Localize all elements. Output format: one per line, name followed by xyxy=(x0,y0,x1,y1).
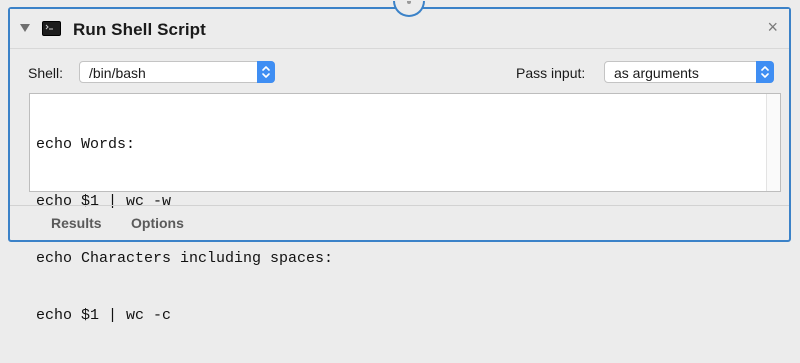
connector-dot-icon xyxy=(407,1,411,4)
action-title: Run Shell Script xyxy=(73,20,206,39)
shell-label: Shell: xyxy=(28,65,64,81)
vertical-scrollbar[interactable] xyxy=(766,94,780,191)
disclosure-triangle-icon[interactable] xyxy=(20,24,30,32)
script-editor[interactable]: echo Words: echo $1 | wc -w echo Charact… xyxy=(29,93,781,324)
footer-divider xyxy=(10,205,789,206)
shell-popup[interactable]: /bin/bash xyxy=(79,61,275,83)
terminal-icon xyxy=(42,21,61,36)
script-line: echo Words: xyxy=(36,136,136,153)
close-icon[interactable]: × xyxy=(767,18,778,36)
tab-options[interactable]: Options xyxy=(131,215,184,231)
action-header: Run Shell Script × xyxy=(10,9,789,49)
script-line: echo $1 | wc -c xyxy=(36,307,172,324)
tab-results[interactable]: Results xyxy=(51,215,102,231)
settings-row: Shell: /bin/bash Pass input: as argument… xyxy=(10,60,789,86)
pass-input-popup-value: as arguments xyxy=(614,65,699,81)
pass-input-stepper-icon xyxy=(756,61,774,83)
pass-input-label: Pass input: xyxy=(516,65,586,81)
script-line: echo $1 | wc -w xyxy=(36,193,172,210)
footer-tabs: Results Options xyxy=(10,214,789,236)
script-line: echo Characters including spaces: xyxy=(36,250,334,267)
shell-popup-value: /bin/bash xyxy=(89,65,146,81)
shell-stepper-icon xyxy=(257,61,275,83)
pass-input-popup[interactable]: as arguments xyxy=(604,61,774,83)
action-panel: Run Shell Script × Shell: /bin/bash Pass… xyxy=(8,1,791,324)
